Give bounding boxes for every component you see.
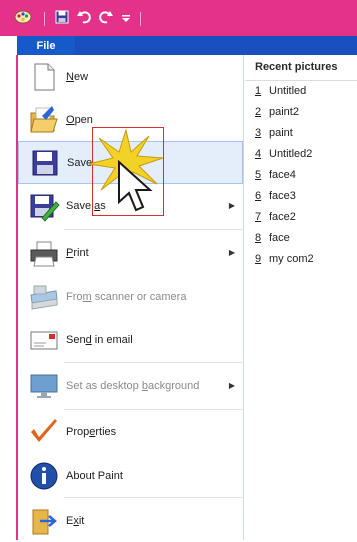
- submenu-arrow-icon: ▶: [228, 201, 235, 210]
- menu-item-new[interactable]: New: [18, 55, 243, 98]
- submenu-arrow-icon: ▶: [228, 248, 235, 257]
- recent-item[interactable]: 8 face: [255, 232, 290, 248]
- recent-item[interactable]: 2 paint2: [255, 106, 299, 122]
- menu-item-about-paint[interactable]: About Paint: [18, 454, 243, 497]
- exit-icon: [32, 509, 57, 534]
- paint-app-icon[interactable]: [14, 10, 32, 24]
- desktop-icon: [30, 374, 58, 398]
- open-folder-icon: [30, 105, 58, 132]
- recent-pictures-panel: Recent pictures 1 Untitled 2 paint2 3 paint…: [245, 55, 357, 540]
- menu-item-from-scanner[interactable]: From scanner or camera: [18, 275, 243, 318]
- info-icon: [30, 462, 58, 489]
- recent-pictures-title: Recent pictures: [255, 61, 338, 73]
- save-icon: [32, 150, 58, 175]
- mouse-pointer-icon: [118, 160, 153, 212]
- tab-file[interactable]: File: [17, 36, 75, 55]
- window-edge: [0, 36, 17, 540]
- redo-icon[interactable]: [99, 10, 113, 24]
- recent-item[interactable]: 6 face3: [255, 190, 296, 206]
- menu-item-properties[interactable]: Properties: [18, 410, 243, 453]
- menu-divider: [64, 229, 244, 230]
- quick-access-toolbar: [0, 0, 357, 36]
- customize-dropdown-icon[interactable]: [121, 10, 131, 24]
- recent-item[interactable]: 9 my com2: [255, 253, 314, 269]
- save-icon[interactable]: [55, 10, 69, 24]
- recent-item[interactable]: 1 Untitled: [255, 85, 306, 101]
- menu-item-set-desktop-bg[interactable]: Set as desktop background ▶: [18, 364, 243, 407]
- recent-item[interactable]: 7 face2: [255, 211, 296, 227]
- menu-item-send-email[interactable]: Send in email: [18, 318, 243, 361]
- menu-divider: [64, 497, 244, 498]
- submenu-arrow-icon: ▶: [228, 381, 235, 390]
- save-as-icon: [30, 194, 60, 222]
- email-icon: [30, 331, 58, 349]
- scanner-icon: [30, 285, 58, 310]
- menu-item-print[interactable]: Print ▶: [18, 231, 243, 274]
- menu-item-exit[interactable]: Exit: [18, 499, 243, 542]
- toolbar-separator: [140, 12, 141, 26]
- menu-divider: [64, 362, 244, 363]
- new-document-icon: [34, 63, 55, 90]
- recent-item[interactable]: 3 paint: [255, 127, 293, 143]
- recent-item[interactable]: 4 Untitled2: [255, 148, 312, 164]
- checkmark-icon: [31, 418, 57, 442]
- recent-item[interactable]: 5 face4: [255, 169, 296, 185]
- toolbar-separator: [44, 12, 45, 26]
- recent-divider: [245, 80, 357, 81]
- undo-icon[interactable]: [77, 10, 91, 24]
- printer-icon: [30, 241, 58, 266]
